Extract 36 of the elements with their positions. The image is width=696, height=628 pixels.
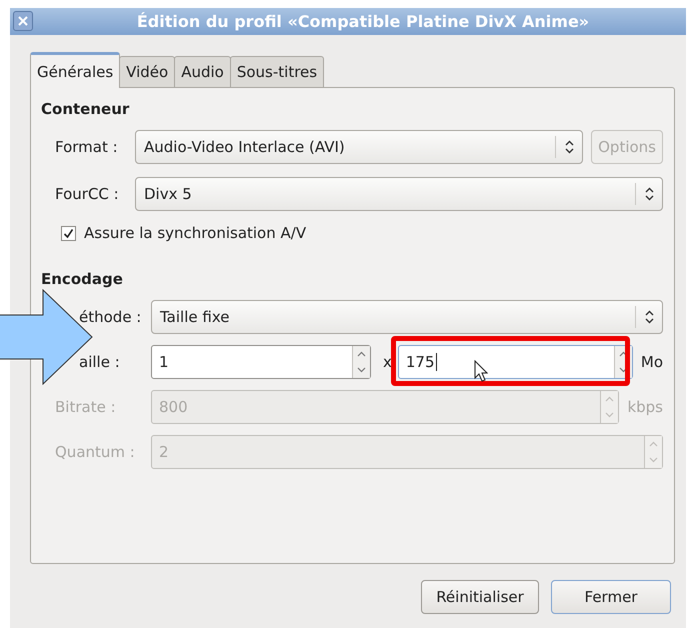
up-down-icon bbox=[564, 140, 574, 154]
dropdown[interactable]: Divx 5 bbox=[135, 177, 663, 211]
unit-label: Mo bbox=[640, 353, 663, 371]
check-icon bbox=[63, 228, 74, 238]
dropdown[interactable]: Taille fixe bbox=[151, 300, 663, 334]
field-label: éthode : bbox=[79, 308, 142, 326]
spin-up-icon[interactable] bbox=[357, 351, 366, 357]
field-label: Format : bbox=[55, 138, 119, 156]
section-heading: Conteneur bbox=[41, 100, 130, 118]
spin-down-icon[interactable] bbox=[618, 367, 628, 373]
dialog-button[interactable]: Réinitialiser bbox=[421, 580, 539, 614]
spin-field[interactable]: 1 bbox=[151, 345, 371, 379]
field-label: FourCC : bbox=[55, 185, 120, 203]
unit-label: kbps bbox=[627, 398, 663, 416]
close-icon bbox=[18, 16, 28, 26]
tab[interactable]: Audio bbox=[174, 56, 231, 87]
dialog-button[interactable]: Fermer bbox=[551, 580, 671, 614]
checkbox-label: Assure la synchronisation A/V bbox=[84, 224, 306, 242]
checkbox[interactable] bbox=[61, 226, 76, 240]
separator-label: x bbox=[383, 353, 392, 371]
section-heading: Encodage bbox=[41, 270, 124, 288]
field-label: aille : bbox=[79, 353, 121, 371]
spin-down-icon[interactable] bbox=[357, 367, 366, 373]
mouse-pointer-icon bbox=[474, 360, 488, 382]
spin-up-icon[interactable] bbox=[618, 351, 628, 357]
tab[interactable]: Sous-titres bbox=[230, 56, 324, 87]
field-label: Quantum : bbox=[55, 443, 136, 461]
spin-field[interactable]: 175 bbox=[398, 345, 633, 379]
tab[interactable]: Vidéo bbox=[119, 56, 176, 87]
up-down-icon bbox=[644, 187, 654, 201]
window-title: Édition du profil «Compatible Platine DivX Anime» bbox=[136, 12, 590, 31]
tab[interactable]: Générales bbox=[30, 52, 120, 88]
field-label: Bitrate : bbox=[55, 398, 117, 416]
dropdown[interactable]: Audio-Video Interlace (AVI) bbox=[135, 130, 584, 164]
up-down-icon bbox=[644, 310, 654, 324]
close-button[interactable] bbox=[13, 11, 33, 31]
